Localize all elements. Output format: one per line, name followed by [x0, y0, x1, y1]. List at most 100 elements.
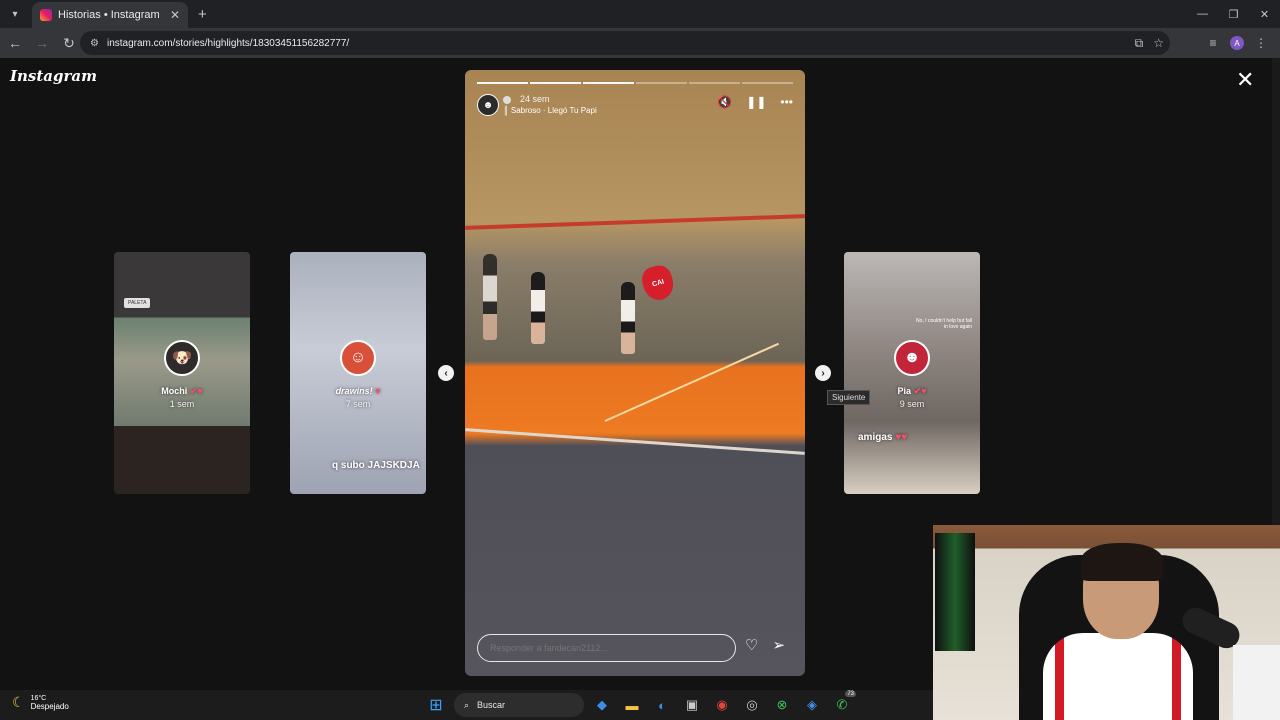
progress-segment [477, 82, 528, 84]
minimize-icon[interactable]: — [1187, 0, 1218, 28]
progress-segment [530, 82, 581, 84]
story-header: ☻ 24 sem ║ Sabroso · Llegó Tu Papi 🔇 ❚❚ … [477, 94, 793, 120]
story-username: drawins! ♥ [335, 386, 381, 396]
story-card-pia[interactable]: No, I couldn't help but fall in love aga… [844, 252, 980, 494]
story-text-overlay: No, I couldn't help but fall in love aga… [916, 318, 972, 330]
story-caption: q subo JAJSKDJA [332, 460, 420, 471]
background-object [1233, 645, 1280, 720]
highlight-dot [503, 96, 511, 104]
sticker-tag: PALETA [124, 298, 151, 308]
avatar: ☻ [894, 340, 930, 376]
taskbar-apps: ⊞ ⌕ Buscar ◆ ▬ ◐ ▣ ◉ ◎ ⊗ ◈ ✆ 73 [424, 691, 856, 717]
weather-info: 16°C Despejado [31, 695, 69, 711]
install-icon[interactable]: ⧉ [1135, 36, 1144, 51]
window-controls: — ❐ ✕ [1187, 0, 1280, 28]
tooltip: Siguiente [827, 390, 871, 405]
gym-wall-stripe [465, 214, 805, 230]
notification-badge: 73 [845, 691, 856, 697]
previous-story-button[interactable]: ‹ [438, 365, 454, 381]
tab-search-button[interactable]: ▾ [4, 3, 26, 25]
story-time: 7 sem [345, 399, 371, 409]
copilot-icon[interactable]: ◆ [590, 693, 614, 717]
new-tab-button[interactable]: + [198, 6, 207, 23]
browser-toolbar: ← → ↻ ⚙ instagram.com/stories/highlights… [0, 28, 1280, 58]
weather-widget[interactable]: ☾ 16°C Despejado [12, 694, 69, 711]
edge-icon[interactable]: ◐ [650, 693, 674, 717]
tab-instagram[interactable]: Historias • Instagram ✕ [32, 2, 188, 28]
heart-icon[interactable]: ♡ [745, 636, 758, 654]
progress-segment [583, 82, 634, 84]
progress-segment [742, 82, 793, 84]
menu-kebab-icon[interactable]: ⋮ [1252, 34, 1270, 52]
restore-icon[interactable]: ❐ [1218, 0, 1249, 28]
window-close-icon[interactable]: ✕ [1249, 0, 1280, 28]
taskbar-search[interactable]: ⌕ Buscar [454, 693, 584, 717]
story-author-avatar[interactable]: ☻ [477, 94, 499, 116]
wall-flag [935, 533, 975, 651]
bookmark-star-icon[interactable]: ☆ [1153, 36, 1164, 50]
moon-icon: ☾ [12, 694, 25, 710]
reply-input[interactable] [477, 634, 736, 662]
story-time: 24 sem [520, 94, 550, 104]
avatar: ☺ [340, 340, 376, 376]
heart-emoji-icon: ✔♥ [913, 386, 927, 396]
weather-condition: Despejado [30, 701, 69, 711]
browser-tabbar: ▾ Historias • Instagram ✕ + — ❐ ✕ [0, 0, 1280, 28]
tab-title: Historias • Instagram [58, 9, 160, 21]
court-line [604, 342, 779, 422]
xbox-icon[interactable]: ⊗ [770, 693, 794, 717]
heart-emoji-icon: ♥ [375, 386, 381, 396]
heart-emoji-icon: ✔♥ [189, 386, 203, 396]
windows-taskbar: ☾ 16°C Despejado ⊞ ⌕ Buscar ◆ ▬ ◐ ▣ ◉ ◎ … [0, 690, 933, 720]
mute-icon[interactable]: 🔇 [717, 95, 732, 109]
media-controls-icon[interactable]: ≡ [1204, 34, 1222, 52]
omnibox-actions: ⧉ ☆ [1135, 31, 1164, 55]
hearts-emoji-icon: ♥♥ [895, 432, 908, 443]
story-card-drawins[interactable]: ☺ drawins! ♥ 7 sem q subo JAJSKDJA [290, 252, 426, 494]
profile-avatar[interactable]: A [1230, 36, 1244, 50]
story-caption: amigas ♥♥ [858, 432, 908, 443]
current-story[interactable]: CAI ☻ 24 sem ║ Sabroso · Llegó Tu Papi 🔇… [465, 70, 805, 676]
instagram-logo[interactable]: Instagram [10, 67, 97, 85]
next-story-button[interactable]: › [815, 365, 831, 381]
player-figure [621, 282, 635, 354]
avatar: 🐶 [164, 340, 200, 376]
pause-icon[interactable]: ❚❚ [746, 95, 766, 109]
back-icon[interactable]: ← [3, 31, 27, 55]
progress-segment [636, 82, 687, 84]
url-text: instagram.com/stories/highlights/1830345… [106, 37, 350, 49]
instagram-favicon-icon [40, 9, 52, 21]
progress-segment [689, 82, 740, 84]
store-icon[interactable]: ▣ [680, 693, 704, 717]
club-crest-sticker: CAI [639, 262, 677, 304]
reload-icon[interactable]: ↻ [57, 31, 81, 55]
send-icon[interactable]: ➢ [772, 636, 785, 654]
more-icon[interactable]: ••• [780, 95, 793, 109]
site-info-icon[interactable]: ⚙ [90, 38, 99, 49]
story-controls: 🔇 ❚❚ ••• [717, 95, 793, 109]
file-explorer-icon[interactable]: ▬ [620, 693, 644, 717]
story-music[interactable]: ║ Sabroso · Llegó Tu Papi [503, 106, 597, 115]
music-bars-icon: ║ [503, 106, 511, 115]
story-username: Mochi ✔♥ [161, 386, 203, 396]
close-icon[interactable]: ✕ [1236, 69, 1254, 91]
court-edge [465, 428, 805, 455]
steam-icon[interactable]: ◈ [800, 693, 824, 717]
streamer-hair [1081, 543, 1163, 581]
app-icon[interactable]: ◎ [740, 693, 764, 717]
webcam-overlay [933, 525, 1280, 720]
whatsapp-icon[interactable]: ✆ 73 [830, 691, 856, 717]
address-bar[interactable]: ⚙ instagram.com/stories/highlights/18303… [80, 31, 1170, 55]
story-progress [477, 82, 793, 84]
story-time: 1 sem [169, 399, 195, 409]
player-figure [531, 272, 545, 344]
player-figure [483, 254, 497, 340]
tab-close-icon[interactable]: ✕ [170, 8, 180, 22]
chrome-icon[interactable]: ◉ [710, 693, 734, 717]
search-icon: ⌕ [464, 699, 470, 710]
search-label: Buscar [477, 700, 506, 710]
windows-start-icon[interactable]: ⊞ [424, 693, 448, 717]
forward-icon[interactable]: → [30, 31, 54, 55]
streamer-shirt [1043, 633, 1193, 720]
story-card-mochi[interactable]: PALETA 🐶 Mochi ✔♥ 1 sem [114, 252, 250, 494]
